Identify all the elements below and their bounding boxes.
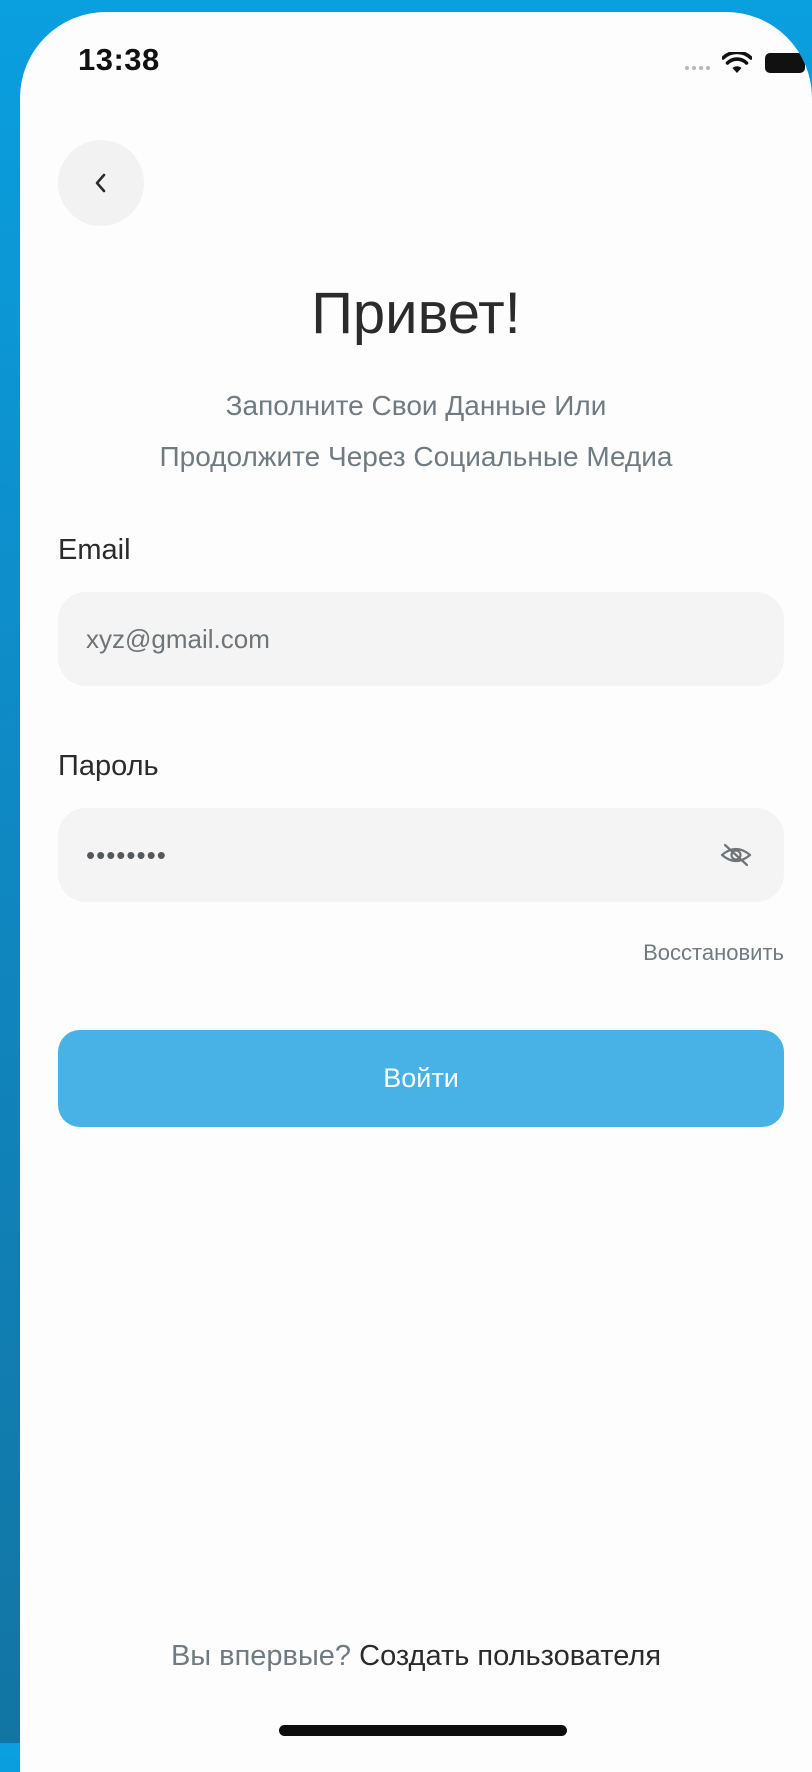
signup-prompt: Вы впервые? Создать пользователя: [20, 1640, 812, 1673]
phone-screen: 13:38 Привет! Заполните Свои Данные Или …: [20, 12, 812, 1772]
page-subtitle: Заполните Свои Данные Или Продолжите Чер…: [20, 380, 812, 482]
signup-question: Вы впервые?: [170, 1640, 360, 1672]
home-indicator: [279, 1725, 567, 1736]
create-user-link[interactable]: Создать пользователя: [359, 1640, 661, 1672]
subtitle-line-2: Продолжите Через Социальные Медиа: [159, 441, 673, 472]
email-field[interactable]: xyz@gmail.com: [58, 592, 784, 686]
chevron-left-icon: [95, 173, 106, 193]
password-label: Пароль: [58, 750, 159, 782]
recover-password-link[interactable]: Восстановить: [643, 940, 784, 966]
status-bar: 13:38: [20, 12, 812, 112]
password-value: ••••••••: [86, 839, 167, 870]
subtitle-line-1: Заполните Свои Данные Или: [225, 390, 607, 421]
cellular-signal-icon: [685, 56, 710, 70]
status-time: 13:38: [78, 42, 160, 77]
email-label: Email: [58, 534, 131, 566]
back-button[interactable]: [58, 140, 144, 226]
wifi-icon: [722, 52, 752, 73]
login-button[interactable]: Войти: [58, 1030, 784, 1127]
eye-off-icon: [720, 843, 752, 867]
page-title: Привет!: [311, 281, 521, 346]
email-value: xyz@gmail.com: [86, 623, 270, 654]
password-visibility-toggle[interactable]: [716, 835, 756, 875]
password-field[interactable]: ••••••••: [58, 808, 784, 902]
battery-icon: [765, 53, 811, 73]
status-icons: [685, 52, 812, 74]
